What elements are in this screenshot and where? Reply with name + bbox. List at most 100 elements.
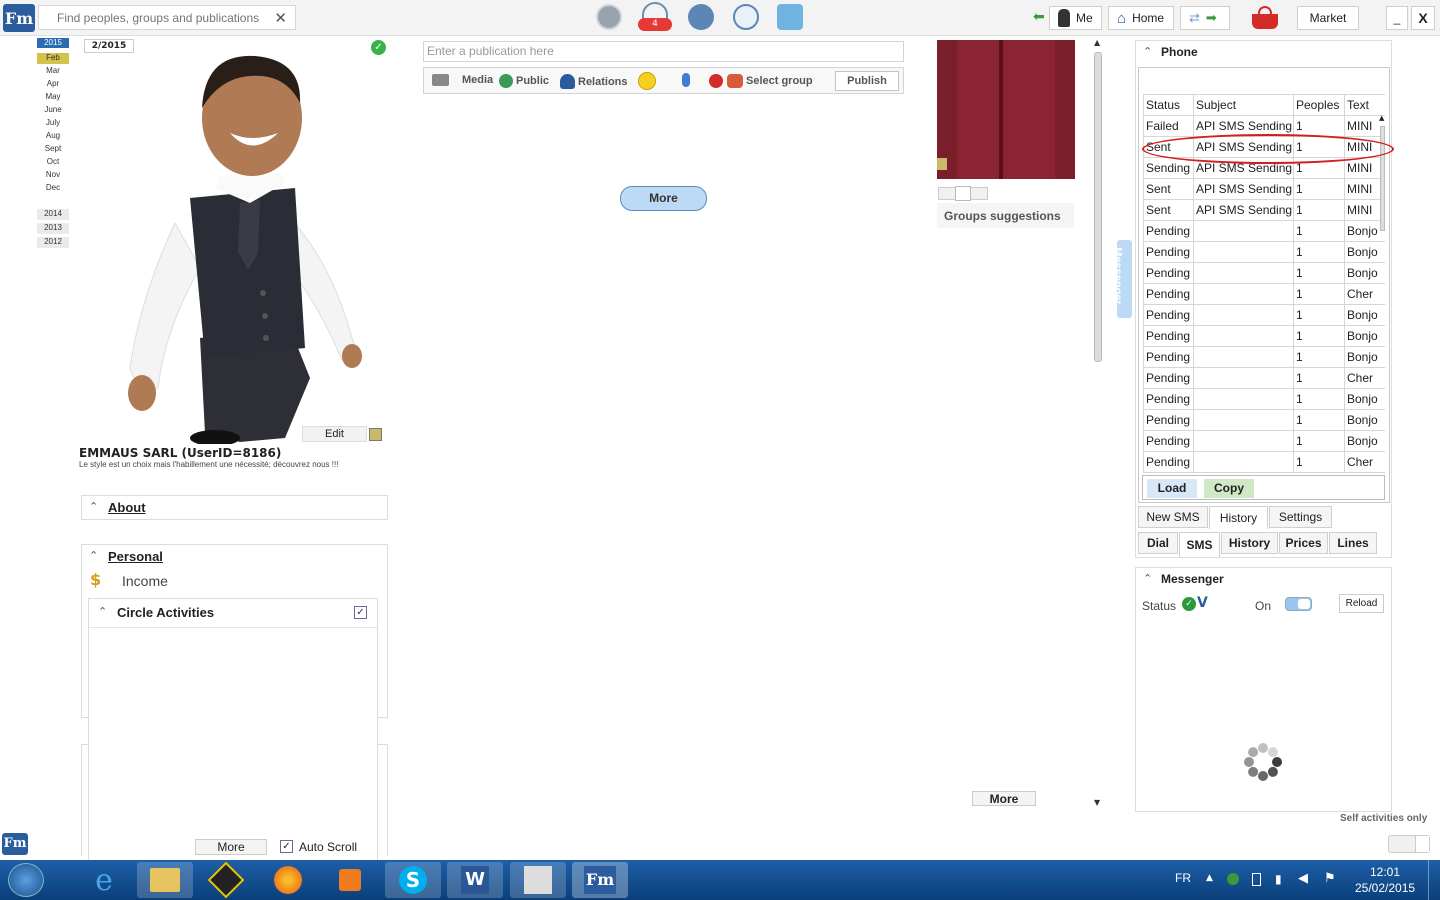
table-row[interactable]: Pending 1 Bonjo xyxy=(1143,262,1385,284)
flag-icon[interactable]: ⚑ xyxy=(1324,871,1336,886)
skype-icon[interactable]: S xyxy=(385,862,441,898)
publish-button[interactable]: Publish xyxy=(835,71,899,91)
timeline-month[interactable]: Aug xyxy=(37,131,69,142)
timeline-month[interactable]: Feb xyxy=(37,53,69,64)
file-explorer-icon[interactable] xyxy=(137,862,193,898)
table-row[interactable]: Pending 1 Bonjo xyxy=(1143,430,1385,452)
auto-scroll-checkbox[interactable]: ✓ xyxy=(280,840,293,853)
tab-sms[interactable]: SMS xyxy=(1179,532,1220,557)
tab-history[interactable]: History xyxy=(1221,532,1278,554)
column-header[interactable]: Status xyxy=(1143,94,1194,116)
tab-sms-history[interactable]: History xyxy=(1209,506,1268,529)
suggestions-more-button[interactable]: More xyxy=(972,791,1036,806)
editor-icon[interactable] xyxy=(510,862,566,898)
close-button[interactable]: X xyxy=(1411,6,1435,30)
chat-icon[interactable] xyxy=(733,4,759,30)
timeline-month[interactable]: Apr xyxy=(37,79,69,90)
search-input[interactable] xyxy=(39,6,264,29)
show-desktop-button[interactable] xyxy=(1428,860,1440,900)
publication-input[interactable]: Enter a publication here xyxy=(423,41,904,62)
column-header[interactable]: Peoples xyxy=(1293,94,1345,116)
basket-icon[interactable] xyxy=(777,4,803,30)
feed-more-button[interactable]: More xyxy=(620,186,707,211)
timeline-year[interactable]: 2014 xyxy=(37,209,69,220)
table-row[interactable]: Pending 1 Bonjo xyxy=(1143,304,1385,326)
minimize-button[interactable]: _ xyxy=(1386,6,1408,30)
ad-slider[interactable] xyxy=(938,186,988,201)
self-activities-toggle[interactable] xyxy=(1388,835,1430,853)
table-row[interactable]: Pending 1 Cher xyxy=(1143,451,1385,473)
table-row[interactable]: Pending 1 Bonjo xyxy=(1143,220,1385,242)
tab-dial[interactable]: Dial xyxy=(1138,532,1178,554)
more-button[interactable]: More xyxy=(195,839,267,855)
table-row[interactable]: Pending 1 Bonjo xyxy=(1143,409,1385,431)
tab-new-sms[interactable]: New SMS xyxy=(1138,506,1208,528)
product-ad-image[interactable] xyxy=(937,40,1075,179)
media-player-icon[interactable] xyxy=(322,862,378,898)
column-header[interactable]: Text xyxy=(1344,94,1385,116)
timeline-year-current[interactable]: 2015 xyxy=(37,38,69,48)
public-button[interactable]: Public xyxy=(499,74,549,88)
personal-title[interactable]: Personal xyxy=(108,549,163,564)
app-icon[interactable] xyxy=(198,861,254,899)
timeline-month[interactable]: Mar xyxy=(37,66,69,77)
switch-button[interactable]: ⇄ ➡ xyxy=(1180,6,1230,30)
table-row[interactable]: Sent API SMS Sending 1 MINI xyxy=(1143,178,1385,200)
relations-button[interactable]: Relations xyxy=(560,74,628,89)
clock-time[interactable]: 12:01 xyxy=(1370,865,1400,879)
timeline-month[interactable]: July xyxy=(37,118,69,129)
main-scrollbar[interactable]: ▲ ▼ xyxy=(1092,38,1104,810)
table-row[interactable]: Pending 1 Bonjo xyxy=(1143,241,1385,263)
app-logo[interactable]: Fm xyxy=(3,4,35,32)
people-icon[interactable] xyxy=(688,4,714,30)
collapse-icon[interactable]: ⌃ xyxy=(98,605,107,618)
clear-search-icon[interactable]: ✕ xyxy=(274,9,287,27)
home-button[interactable]: ⌂ Home xyxy=(1108,6,1174,30)
internet-explorer-icon[interactable]: e xyxy=(76,862,132,898)
timeline-year[interactable]: 2013 xyxy=(37,223,69,234)
table-row[interactable]: Pending 1 Bonjo xyxy=(1143,388,1385,410)
fm-app-icon[interactable]: Fm xyxy=(572,862,628,898)
timeline-month[interactable]: Sept xyxy=(37,144,69,155)
table-row[interactable]: Pending 1 Cher xyxy=(1143,367,1385,389)
power-icon[interactable] xyxy=(1252,873,1261,886)
table-row[interactable]: Pending 1 Bonjo xyxy=(1143,346,1385,368)
edit-image-icon[interactable] xyxy=(369,428,382,441)
emoji-icon[interactable] xyxy=(638,72,656,90)
select-group-button[interactable]: Select group xyxy=(727,74,813,88)
microphone-icon[interactable] xyxy=(682,73,690,87)
tray-icon[interactable] xyxy=(1227,873,1239,885)
back-arrow-icon[interactable]: ⬅ xyxy=(1033,9,1045,25)
search-box[interactable]: ✕ xyxy=(38,5,296,30)
timeline-month[interactable]: May xyxy=(37,92,69,103)
app-logo-small[interactable]: Fm xyxy=(2,833,28,855)
network-icon[interactable]: ▮ xyxy=(1275,872,1282,886)
word-icon[interactable]: W xyxy=(447,862,503,898)
messenger-side-tab[interactable]: Messenger xyxy=(1112,240,1132,318)
firefox-icon[interactable] xyxy=(260,862,316,898)
clock-date[interactable]: 25/02/2015 xyxy=(1355,881,1415,895)
messenger-toggle[interactable] xyxy=(1285,597,1312,611)
tab-lines[interactable]: Lines xyxy=(1329,532,1377,554)
about-title[interactable]: About xyxy=(108,500,146,515)
volume-icon[interactable]: ◀ xyxy=(1298,871,1308,886)
tray-expand-icon[interactable]: ▲ xyxy=(1206,873,1213,883)
tab-sms-settings[interactable]: Settings xyxy=(1269,506,1332,528)
collapse-icon[interactable]: ⌃ xyxy=(89,500,98,513)
collapse-icon[interactable]: ⌃ xyxy=(1143,572,1152,585)
collapse-icon[interactable]: ⌃ xyxy=(89,549,98,562)
language-indicator[interactable]: FR xyxy=(1175,871,1191,885)
column-header[interactable]: Subject xyxy=(1193,94,1294,116)
table-row[interactable]: Pending 1 Bonjo xyxy=(1143,325,1385,347)
sms-table-vscroll[interactable]: ▲ ▼ xyxy=(1379,114,1386,490)
collapse-icon[interactable]: ⌃ xyxy=(1143,45,1152,58)
blocked-icon[interactable] xyxy=(709,74,723,88)
copy-button[interactable]: Copy xyxy=(1204,479,1254,498)
load-button[interactable]: Load xyxy=(1147,479,1197,498)
timeline-month[interactable]: Oct xyxy=(37,157,69,168)
timeline-month[interactable]: Dec xyxy=(37,183,69,194)
market-button[interactable]: Market xyxy=(1297,6,1359,30)
reload-button[interactable]: Reload xyxy=(1339,594,1384,613)
about-section[interactable]: ⌃ About xyxy=(81,495,388,520)
table-row[interactable]: Pending 1 Cher xyxy=(1143,283,1385,305)
